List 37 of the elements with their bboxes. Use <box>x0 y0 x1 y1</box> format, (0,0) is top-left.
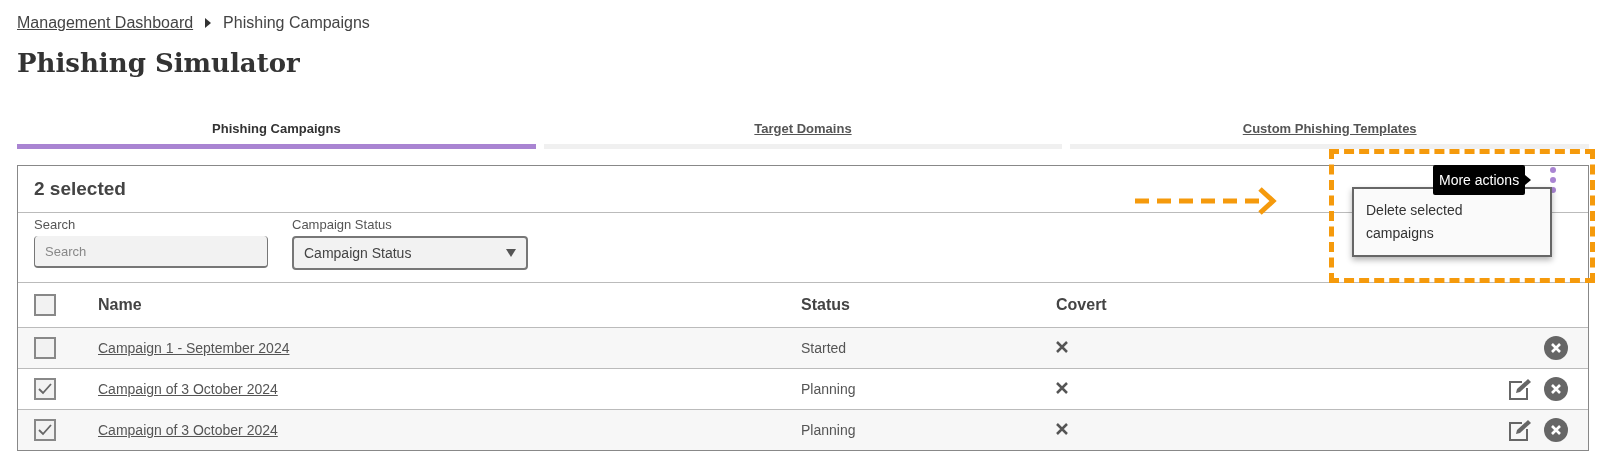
delete-icon[interactable] <box>1544 418 1568 442</box>
search-field[interactable]: Search <box>34 236 268 268</box>
column-header: Status <box>801 296 851 314</box>
checkmark-icon <box>37 423 53 437</box>
edit-icon[interactable] <box>1508 419 1532 441</box>
field-label: Campaign Status <box>292 217 393 232</box>
tab[interactable]: Target Domains <box>543 121 1063 149</box>
checkmark-icon <box>37 382 53 396</box>
campaign-link[interactable]: Campaign 1 - September 2024 <box>98 340 290 356</box>
column-header: Name <box>98 296 143 314</box>
tab[interactable]: Phishing Campaigns <box>17 121 536 149</box>
checkbox[interactable] <box>34 337 56 359</box>
page-title: Phishing Simulator <box>17 48 301 80</box>
delete-icon[interactable] <box>1544 336 1568 360</box>
caret-icon <box>506 249 516 257</box>
tooltip: More actions <box>1433 165 1526 195</box>
tooltip-pointer-icon <box>1525 175 1532 185</box>
tab[interactable]: Custom Phishing Templates <box>1070 121 1589 149</box>
checkbox[interactable] <box>34 378 56 400</box>
selection-count: 2 selected <box>34 178 126 200</box>
status-cell-text: Planning <box>801 381 857 397</box>
checkbox[interactable] <box>34 419 56 441</box>
status-cell-text: Started <box>801 340 848 356</box>
campaign-link[interactable]: Campaign of 3 October 2024 <box>98 422 278 438</box>
menu-item[interactable]: Delete selected campaigns <box>1366 199 1506 245</box>
field-label: Search <box>34 217 77 232</box>
status-cell-text: Planning <box>801 422 857 438</box>
kebab-menu-icon[interactable] <box>1549 166 1557 194</box>
status-dropdown[interactable]: Campaign Status <box>292 236 528 270</box>
breadcrumb-link[interactable]: Management Dashboard <box>17 14 194 32</box>
edit-icon[interactable] <box>1508 378 1532 400</box>
column-header: Covert <box>1056 296 1108 314</box>
campaign-link[interactable]: Campaign of 3 October 2024 <box>98 381 278 397</box>
chevron-right-icon <box>205 18 212 28</box>
delete-icon[interactable] <box>1544 377 1568 401</box>
breadcrumb-current: Phishing Campaigns <box>223 14 370 32</box>
checkbox[interactable] <box>34 294 56 316</box>
